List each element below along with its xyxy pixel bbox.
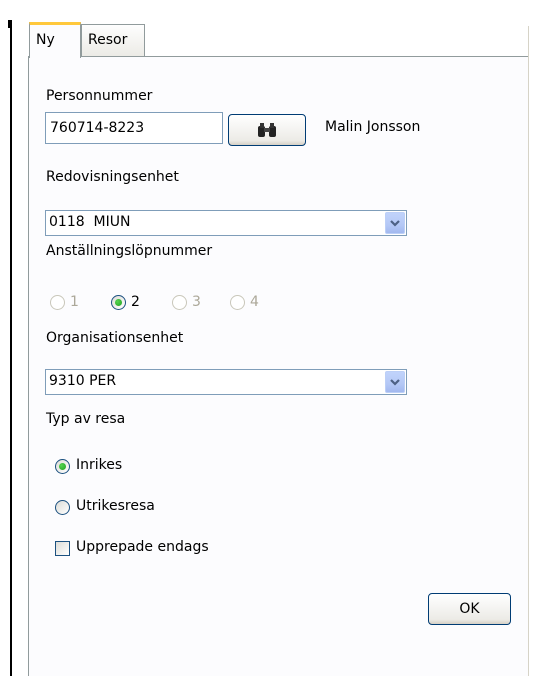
ok-button[interactable]: OK: [428, 593, 511, 625]
anstallning-label: Anställningslöpnummer: [46, 243, 213, 259]
person-name: Malin Jonsson: [325, 119, 421, 135]
tab-resor[interactable]: Resor: [81, 24, 145, 56]
tab-label: Ny: [36, 32, 55, 48]
upprepade-label: Upprepade endags: [76, 539, 209, 555]
radio-selected-dot: [59, 463, 66, 470]
anstallning-radio-1[interactable]: [50, 295, 65, 310]
chevron-down-icon: [390, 379, 400, 386]
window-edge-tick: [8, 20, 12, 28]
radio-selected-dot: [115, 299, 122, 306]
dropdown-button[interactable]: [385, 212, 405, 234]
panel-right-edge: [528, 26, 529, 676]
redovisningsenhet-label: Redovisningsenhet: [46, 169, 179, 185]
anstallning-radio-4[interactable]: [230, 295, 245, 310]
binoculars-icon: [258, 123, 276, 137]
chevron-down-icon: [390, 220, 400, 227]
redovisningsenhet-value: 0118 MIUN: [49, 214, 131, 230]
tab-label: Resor: [88, 32, 128, 48]
anstallning-radio-label: 3: [192, 294, 201, 310]
typ-radio-inrikes[interactable]: [55, 459, 70, 474]
anstallning-radio-label: 2: [131, 294, 140, 310]
typ-radio-utrikesresa[interactable]: [55, 500, 70, 515]
tab-ny[interactable]: Ny: [29, 22, 81, 58]
anstallning-radio-3[interactable]: [172, 295, 187, 310]
ok-button-label: OK: [459, 601, 480, 617]
anstallning-radio-label: 4: [250, 294, 259, 310]
redovisningsenhet-select[interactable]: 0118 MIUN: [45, 210, 407, 236]
organisationsenhet-value: 9310 PER: [49, 373, 117, 389]
typ-radio-label: Utrikesresa: [76, 498, 155, 514]
organisationsenhet-label: Organisationsenhet: [46, 330, 184, 346]
typ-av-resa-label: Typ av resa: [46, 411, 126, 427]
personnummer-input[interactable]: [45, 112, 223, 144]
anstallning-radio-2[interactable]: [111, 295, 126, 310]
search-person-button[interactable]: [228, 114, 306, 146]
tab-panel: [28, 56, 528, 676]
upprepade-checkbox[interactable]: [55, 541, 70, 556]
anstallning-radio-label: 1: [70, 294, 79, 310]
dropdown-button[interactable]: [385, 371, 405, 393]
organisationsenhet-select[interactable]: 9310 PER: [45, 369, 407, 395]
window-edge: [10, 20, 12, 676]
personnummer-label: Personnummer: [46, 88, 153, 104]
typ-radio-label: Inrikes: [76, 457, 123, 473]
